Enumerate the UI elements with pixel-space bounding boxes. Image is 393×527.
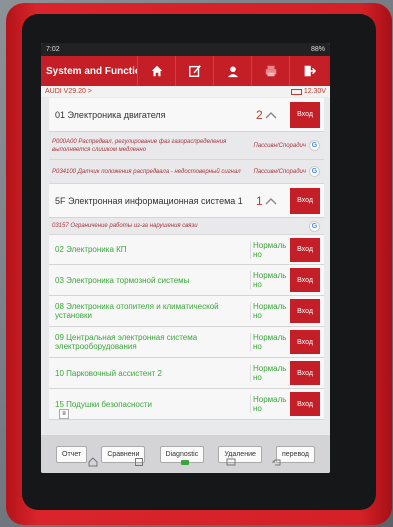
fault-count: 2 <box>256 108 290 122</box>
edit-button[interactable] <box>175 56 213 86</box>
google-search-icon[interactable]: G <box>309 220 320 232</box>
system-row-09[interactable]: 09 Центральная электронная система элект… <box>49 327 324 358</box>
home-nav-icon[interactable] <box>88 457 98 467</box>
enter-button[interactable]: Вход <box>290 361 320 385</box>
status-badge: Нормаль но <box>250 271 290 289</box>
vehicle-info-row: AUDI V29.20 > 12.30V <box>41 86 330 97</box>
status-badge: Нормаль но <box>250 240 290 259</box>
chevron-up-icon[interactable] <box>265 111 277 119</box>
user-button[interactable] <box>213 56 251 86</box>
android-nav-bar <box>70 453 300 471</box>
dtc-row: 03157 Ограничение работы из-за нарушения… <box>49 218 324 235</box>
home-button[interactable] <box>137 56 175 86</box>
status-badge: Нормаль но <box>250 395 290 413</box>
fault-count-value: 1 <box>256 193 263 208</box>
recent-apps-icon[interactable] <box>134 457 144 467</box>
system-name: 10 Парковочный ассистент 2 <box>55 368 162 378</box>
google-search-icon[interactable]: G <box>309 140 320 151</box>
voltage-value: 12.30V <box>303 88 326 95</box>
collapse-icon[interactable]: ≡ <box>59 409 69 419</box>
fault-count-value: 2 <box>256 107 263 122</box>
dtc-description: P000A00 Распредвал, регулирование фаз га… <box>52 138 227 153</box>
system-name: 5F Электронная информационная система 1 <box>55 195 243 206</box>
print-icon <box>265 65 276 77</box>
system-row-02[interactable]: 02 Электроника КП Нормаль но Вход <box>49 235 324 265</box>
vci-connection-icon[interactable] <box>180 457 190 467</box>
battery-icon <box>290 88 302 95</box>
dtc-row: P000A00 Распредвал, регулирование фаз га… <box>49 132 324 160</box>
enter-button[interactable]: Вход <box>290 268 320 292</box>
vehicle-path[interactable]: AUDI V29.20 > <box>45 88 92 95</box>
print-button[interactable] <box>251 56 289 86</box>
chevron-up-icon[interactable] <box>265 197 277 205</box>
system-name: 03 Электроника тормозной системы <box>55 275 190 285</box>
screenshot-icon[interactable] <box>226 457 236 467</box>
page-title: System and Function <box>46 65 137 77</box>
enter-button[interactable]: Вход <box>290 237 320 262</box>
enter-button[interactable]: Вход <box>290 299 320 323</box>
status-badge: Нормаль но <box>250 364 290 382</box>
system-row-5f[interactable]: 5F Электронная информационная система 1 … <box>49 184 324 218</box>
system-name: 02 Электроника КП <box>55 245 127 254</box>
system-name: 09 Центральная электронная система элект… <box>55 333 198 351</box>
system-row-03[interactable]: 03 Электроника тормозной системы Нормаль… <box>49 265 324 296</box>
exit-icon <box>304 65 316 77</box>
status-badge: Нормаль но <box>250 333 290 351</box>
dtc-row: P034100 Датчик положения распредвала - н… <box>49 160 324 184</box>
enter-button[interactable]: Вход <box>290 330 320 354</box>
status-time: 7:02 <box>46 46 60 53</box>
system-row-08[interactable]: 08 Электроника отопителя и климатической… <box>49 296 324 327</box>
system-row-15[interactable]: 15 Подушки безопасности Нормаль но Вход <box>49 389 324 420</box>
system-row-01[interactable]: 01 Электроника двигателя 2 Вход <box>49 98 324 132</box>
voltage-indicator: 12.30V <box>290 88 326 95</box>
fault-count: 1 <box>256 194 290 208</box>
system-name: 08 Электроника отопителя и климатической… <box>55 302 219 320</box>
exit-button[interactable] <box>289 56 327 86</box>
title-bar: System and Function <box>41 56 330 86</box>
enter-button[interactable]: Вход <box>290 187 320 214</box>
system-list[interactable]: 01 Электроника двигателя 2 Вход P000A00 … <box>49 98 324 435</box>
dtc-description: P034100 Датчик положения распредвала - н… <box>52 168 241 175</box>
screen: 7:02 88% System and Function AUDI V29.20… <box>41 43 330 473</box>
system-row-10[interactable]: 10 Парковочный ассистент 2 Нормаль но Вх… <box>49 358 324 389</box>
status-badge: Нормаль но <box>250 302 290 320</box>
google-search-icon[interactable]: G <box>309 166 320 177</box>
dtc-status: Пассивн/Спорадич <box>253 142 306 149</box>
enter-button[interactable]: Вход <box>290 101 320 128</box>
dtc-status: Пассивн/Спорадич <box>253 168 306 175</box>
status-battery: 88% <box>310 46 325 53</box>
user-icon <box>227 66 238 78</box>
edit-icon <box>188 65 201 77</box>
status-bar: 7:02 88% <box>41 43 330 56</box>
system-name: 15 Подушки безопасности <box>55 399 152 409</box>
enter-button[interactable]: Вход <box>290 392 320 416</box>
dtc-description: 03157 Ограничение работы из-за нарушения… <box>52 223 198 229</box>
home-icon <box>151 65 162 77</box>
back-icon[interactable] <box>272 457 282 467</box>
system-name: 01 Электроника двигателя <box>55 109 166 120</box>
